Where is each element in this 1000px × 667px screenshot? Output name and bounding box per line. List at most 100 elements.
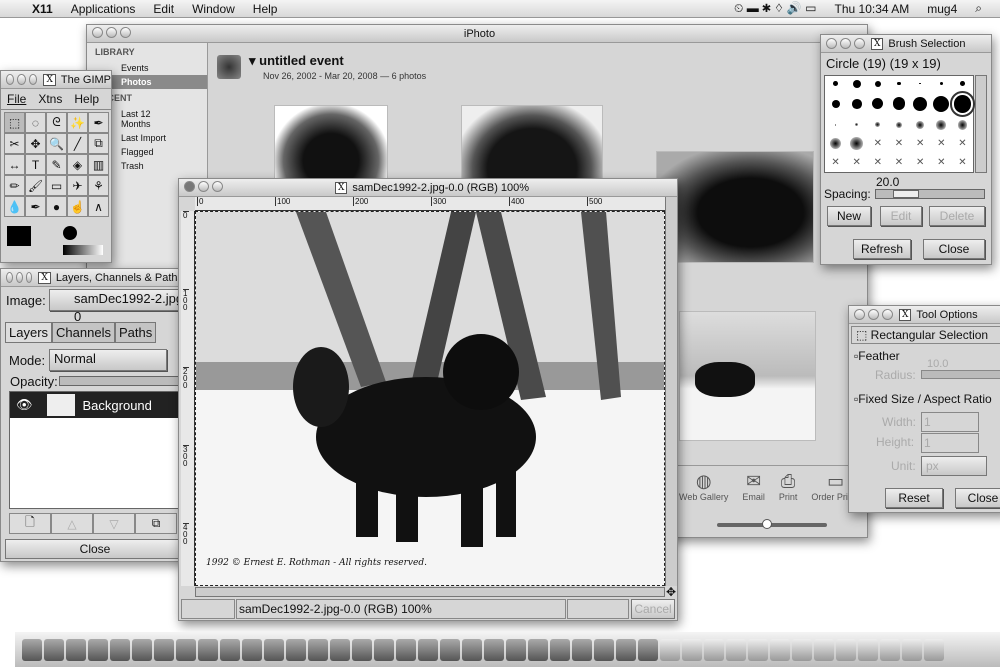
dock-app-icon[interactable] (506, 638, 526, 661)
dock-app-icon[interactable] (132, 638, 152, 661)
brush-swatch[interactable] (897, 82, 901, 86)
opacity-slider[interactable] (59, 376, 185, 386)
dock-app-icon[interactable] (924, 638, 944, 661)
gradient-tool-icon[interactable]: ▥ (88, 154, 109, 175)
brush-swatch[interactable] (874, 80, 882, 87)
menu-help[interactable]: Help (74, 92, 99, 106)
dock-app-icon[interactable] (682, 638, 702, 661)
dock-app-icon[interactable] (902, 638, 922, 661)
bucket-fill-tool-icon[interactable]: ◈ (67, 154, 88, 175)
brush-swatch[interactable] (949, 91, 976, 117)
tool-options-close-button[interactable]: Close (955, 488, 1000, 508)
delete-brush-button[interactable]: Delete (929, 206, 985, 226)
dock-app-icon[interactable] (374, 638, 394, 661)
radius-slider[interactable] (921, 370, 1000, 379)
menu-app[interactable]: X11 (32, 2, 53, 16)
layers-titlebar[interactable]: X Layers, Channels & Paths (1, 269, 183, 287)
brush-swatch[interactable] (829, 137, 842, 150)
width-input[interactable]: 1 (921, 412, 979, 432)
pencil-tool-icon[interactable]: ✏ (4, 175, 25, 196)
layer-row[interactable]: 👁 Background (10, 392, 184, 418)
photo-thumbnail[interactable] (274, 105, 388, 185)
brush-close-button[interactable]: Close (923, 239, 985, 259)
dock-app-icon[interactable] (770, 638, 790, 661)
dock-app-icon[interactable] (638, 638, 658, 661)
layers-close-button[interactable]: Close (5, 539, 185, 559)
eye-icon[interactable]: 👁 (16, 397, 33, 413)
dock-app-icon[interactable] (220, 638, 240, 661)
menu-file[interactable]: File (7, 92, 26, 106)
dock-app-icon[interactable] (880, 638, 900, 661)
fixed-size-checkbox[interactable]: ▫Fixed Size / Aspect Ratio (854, 392, 992, 406)
dock-app-icon[interactable] (594, 638, 614, 661)
brush-swatch[interactable] (939, 82, 943, 86)
lower-layer-icon[interactable]: ▽ (93, 513, 135, 534)
unit-select[interactable]: px (921, 456, 987, 476)
iphoto-titlebar[interactable]: iPhoto (87, 25, 867, 43)
brush-swatch[interactable] (957, 120, 968, 130)
dock-app-icon[interactable] (154, 638, 174, 661)
menu-xtns[interactable]: Xtns (38, 92, 62, 106)
dock-app-icon[interactable] (264, 638, 284, 661)
dock-app-icon[interactable] (286, 638, 306, 661)
feather-checkbox[interactable]: ▫Feather (854, 349, 900, 363)
color-picker-tool-icon[interactable]: ✎ (46, 154, 67, 175)
email-button[interactable]: ✉ Email (742, 471, 765, 502)
brush-swatch[interactable] (855, 123, 859, 127)
dock-app-icon[interactable] (704, 638, 724, 661)
photo-thumbnail[interactable] (679, 311, 816, 441)
image-canvas[interactable]: 1992 © Ernest E. Rothman - All rights re… (195, 211, 665, 586)
text-tool-icon[interactable]: T (25, 154, 46, 175)
brush-swatch[interactable] (936, 120, 947, 130)
dock-app-icon[interactable] (726, 638, 746, 661)
brush-swatch[interactable] (833, 81, 838, 87)
image-titlebar[interactable]: XsamDec1992-2.jpg-0.0 (RGB) 100% (179, 179, 677, 197)
brush-swatch[interactable]: ✕ (937, 138, 945, 149)
brush-swatch[interactable] (960, 81, 965, 87)
brush-swatch[interactable]: ✕ (958, 157, 966, 168)
cancel-button[interactable]: Cancel (631, 599, 675, 619)
new-layer-icon[interactable]: 🗋 (9, 513, 51, 534)
foreground-color[interactable] (7, 226, 31, 246)
brush-swatch[interactable] (875, 122, 881, 128)
horizontal-scrollbar[interactable] (195, 587, 665, 597)
tab-layers[interactable]: Layers (5, 322, 53, 343)
brush-swatch[interactable]: ✕ (937, 157, 945, 168)
dock-app-icon[interactable] (22, 638, 42, 661)
menu-help[interactable]: Help (253, 2, 278, 16)
brush-swatch[interactable] (852, 79, 861, 88)
fuzzy-select-tool-icon[interactable]: ✨ (67, 112, 88, 133)
magnify-tool-icon[interactable]: 🔍 (46, 133, 67, 154)
flip-tool-icon[interactable]: ↔ (4, 154, 25, 175)
tool-options-titlebar[interactable]: X Tool Options (849, 306, 1000, 324)
toolbox-titlebar[interactable]: X The GIMP (1, 71, 111, 89)
image-menu[interactable]: samDec1992-2.jpg-0 (49, 289, 189, 324)
brush-swatch[interactable] (831, 99, 840, 108)
dock-app-icon[interactable] (66, 638, 86, 661)
dock-app-icon[interactable] (198, 638, 218, 661)
brush-swatch[interactable] (919, 82, 921, 85)
mode-select[interactable]: Normal (49, 349, 167, 371)
clone-tool-icon[interactable]: ⚘ (88, 175, 109, 196)
eraser-tool-icon[interactable]: ▭ (46, 175, 67, 196)
dock-app-icon[interactable] (550, 638, 570, 661)
transform-tool-icon[interactable]: ⧉ (88, 133, 109, 154)
dock-app-icon[interactable] (748, 638, 768, 661)
dock-app-icon[interactable] (440, 638, 460, 661)
measure-tool-icon[interactable]: ∧ (88, 196, 109, 217)
brush-swatch[interactable]: ✕ (874, 138, 882, 149)
brush-swatch[interactable] (933, 95, 950, 112)
paintbrush-tool-icon[interactable]: 🖌 (25, 175, 46, 196)
brush-swatch[interactable] (916, 120, 925, 129)
dock-app-icon[interactable] (88, 638, 108, 661)
reset-button[interactable]: Reset (885, 488, 943, 508)
smudge-tool-icon[interactable]: ☝ (67, 196, 88, 217)
dock-app-icon[interactable] (396, 638, 416, 661)
dock-app-icon[interactable] (792, 638, 812, 661)
dock-app-icon[interactable] (528, 638, 548, 661)
vertical-ruler[interactable]: 0 100 200 300 400 (181, 211, 195, 586)
clock[interactable]: Thu 10:34 AM (835, 2, 910, 16)
slider-knob[interactable] (762, 519, 772, 529)
convolve-tool-icon[interactable]: 💧 (4, 196, 25, 217)
menu-applications[interactable]: Applications (71, 2, 136, 16)
